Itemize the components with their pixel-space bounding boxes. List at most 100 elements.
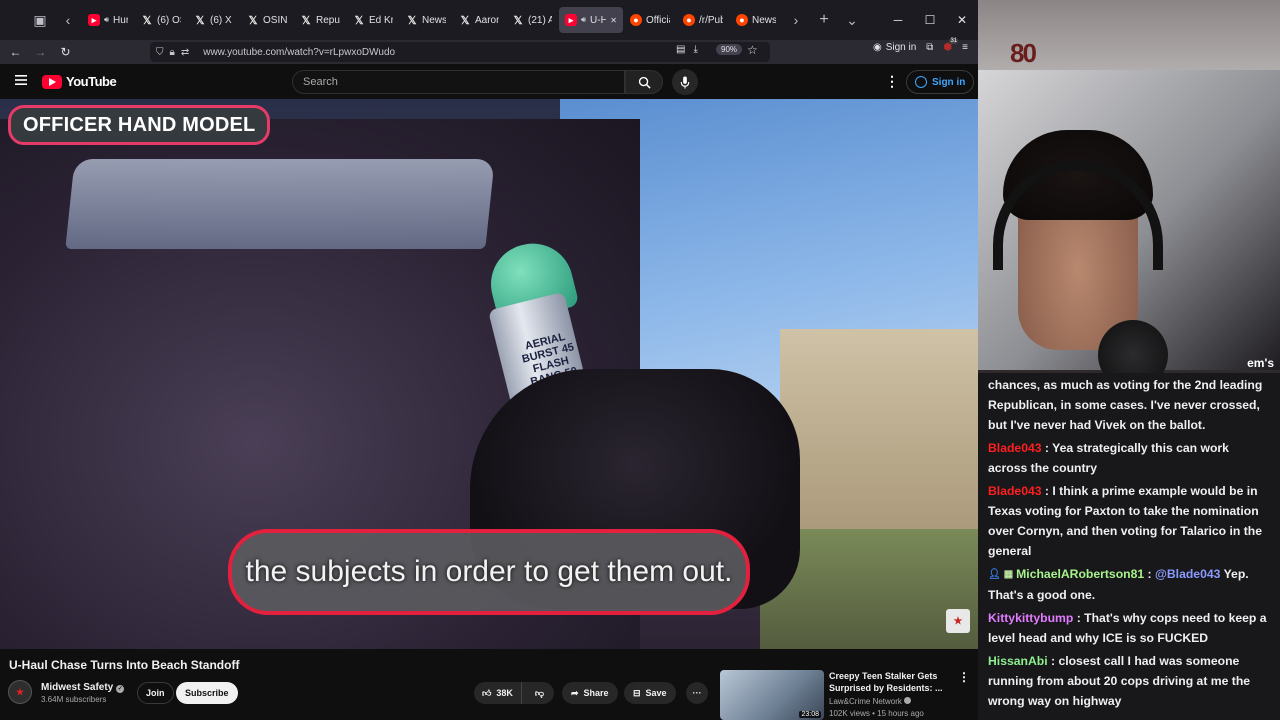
minimize-icon[interactable]: ─ <box>882 13 914 27</box>
gift-sub-icon: ▦ <box>1003 568 1014 580</box>
more-actions-button[interactable]: ··· <box>686 682 708 704</box>
lock-icon[interactable]: 🔒︎ <box>170 47 175 58</box>
dislike-button[interactable]: 👎︎ <box>527 688 552 699</box>
account-sign-in[interactable]: ◉ Sign in <box>873 42 916 53</box>
recommended-video-menu-icon[interactable]: ⋮ <box>958 670 970 684</box>
browser-tab-label: (6) OS <box>157 14 181 26</box>
guide-menu-icon[interactable] <box>14 73 28 87</box>
youtube-favicon-icon: ▸ <box>88 14 100 26</box>
save-button[interactable]: ⊟ Save <box>624 682 676 704</box>
chat-message: 👤︎ ▦ MichaelARobertson81 : @Blade043 Yep. … <box>988 564 1270 605</box>
x-favicon-icon: 𝕏 <box>301 14 311 27</box>
scroll-tabs-left-icon[interactable]: ‹ <box>54 6 82 34</box>
browser-tab-label: Officia <box>646 14 670 26</box>
shield-icon[interactable]: ⛉ <box>156 47 164 58</box>
tab-overview-icon[interactable]: ▣ <box>26 6 54 34</box>
chat-separator: : <box>1144 567 1155 581</box>
browser-tab-label: (6) X <box>210 14 232 26</box>
officer-hand-model-badge: OFFICER HAND MODEL <box>8 105 271 145</box>
browser-tab-label: Aaron <box>475 14 499 26</box>
browser-tab[interactable]: ● News <box>730 7 782 33</box>
download-page-icon[interactable]: ⤓ <box>693 44 697 55</box>
video-player[interactable]: AERIAL BURST 45 FLASH BANG 50 METERS OFF… <box>0 99 978 649</box>
close-tab-icon[interactable]: ✕ <box>610 16 617 25</box>
chat-username[interactable]: Blade043 <box>988 484 1042 498</box>
browser-tab[interactable]: 𝕏 (21) A <box>506 7 558 33</box>
chat-message: Kittykittybump : That's why cops need to… <box>988 608 1270 648</box>
back-icon[interactable]: ← <box>3 42 28 62</box>
youtube-header: YouTube Search ⋮ Sign in <box>0 64 978 99</box>
browser-tab-label: Ed Kra <box>369 14 393 26</box>
youtube-sign-in-button[interactable]: Sign in <box>906 70 975 94</box>
tab-list: ▸ 🔊︎ Hurdy 𝕏 (6) OS 𝕏 (6) X 𝕏 OSINT 𝕏 Repul 𝕏 Ed Kra… <box>82 7 782 33</box>
x-favicon-icon: 𝕏 <box>407 14 417 27</box>
url-text[interactable]: www.youtube.com/watch?v=rLpwxoDWudo <box>203 47 395 58</box>
share-button[interactable]: ➦ Share <box>562 682 618 704</box>
channel-watermark-icon[interactable]: ★ <box>946 609 970 633</box>
thumbs-up-icon: 👍︎ <box>482 687 492 698</box>
chat-username[interactable]: MichaelARobertson81 <box>1016 567 1144 581</box>
tab-audio-icon[interactable]: 🔊︎ <box>104 15 109 25</box>
list-tabs-icon[interactable]: ⌄ <box>838 6 866 34</box>
settings-more-icon[interactable]: ⋮ <box>885 73 899 90</box>
browser-tab-label: Repul <box>316 14 340 26</box>
browser-tab[interactable]: 𝕏 (6) X <box>188 7 240 33</box>
tab-audio-icon[interactable]: 🔊︎ <box>581 15 586 25</box>
youtube-logo[interactable]: YouTube <box>42 74 117 89</box>
voice-search-button[interactable] <box>672 69 698 95</box>
search-button[interactable] <box>625 70 663 94</box>
browser-tab[interactable]: ● Officia <box>624 7 676 33</box>
youtube-play-icon <box>42 74 62 89</box>
chat-username[interactable]: Blade043 <box>988 441 1042 455</box>
app-menu-icon[interactable]: ≡ <box>962 42 968 53</box>
maximize-icon[interactable]: ☐ <box>914 13 946 27</box>
recommended-video-thumbnail[interactable]: 23:08 <box>720 670 824 720</box>
x-favicon-icon: 𝕏 <box>354 14 364 27</box>
browser-tab[interactable]: 𝕏 Repul <box>294 7 346 33</box>
reddit-favicon-icon: ● <box>630 14 642 26</box>
x-favicon-icon: 𝕏 <box>195 14 205 27</box>
channel-avatar[interactable]: ★ <box>8 680 32 704</box>
video-rear-window <box>65 159 495 249</box>
browser-tab[interactable]: ▸ 🔊︎ U-H ✕ <box>559 7 623 33</box>
chat-username[interactable]: Kittykittybump <box>988 611 1073 625</box>
recommended-video-title[interactable]: Creepy Teen Stalker Gets Surprised by Re… <box>829 670 954 694</box>
zoom-level[interactable]: 90% <box>716 44 743 55</box>
youtube-logo-text: YouTube <box>66 74 117 89</box>
youtube-favicon-icon: ▸ <box>565 14 577 26</box>
recommended-channel-text: Law&Crime Network <box>829 697 902 706</box>
close-window-icon[interactable]: ✕ <box>946 13 978 27</box>
browser-tab[interactable]: 𝕏 News <box>400 7 452 33</box>
permissions-icon[interactable]: ⇄ <box>181 47 189 58</box>
chat-mention[interactable]: @Blade043 <box>1155 567 1220 581</box>
verified-icon: ✓ <box>116 685 125 693</box>
scroll-tabs-right-icon[interactable]: › <box>782 6 810 34</box>
browser-tab-label: /r/Pub <box>699 14 723 26</box>
bookmark-star-icon[interactable]: ☆ <box>747 43 758 57</box>
share-label: Share <box>583 688 609 698</box>
browser-tab[interactable]: ▸ 🔊︎ Hurdy <box>82 7 134 33</box>
x-favicon-icon: 𝕏 <box>513 14 523 27</box>
recommended-age: 15 hours ago <box>877 709 924 718</box>
new-tab-icon[interactable]: + <box>810 6 838 34</box>
browser-tab-label: (21) A <box>528 14 552 26</box>
ublock-icon[interactable]: ⬢ 31 <box>943 38 959 53</box>
channel-name[interactable]: Midwest Safety ✓ <box>41 682 125 693</box>
like-button[interactable]: 👍︎ 38K <box>474 682 522 704</box>
browser-tab[interactable]: 𝕏 Aaron <box>453 7 505 33</box>
reload-icon[interactable]: ↻ <box>53 42 78 62</box>
search-input[interactable]: Search <box>292 70 625 94</box>
browser-tab[interactable]: 𝕏 OSINT <box>241 7 293 33</box>
recommended-video-channel[interactable]: Law&Crime Network <box>829 697 912 706</box>
join-button[interactable]: Join <box>137 682 174 704</box>
recommended-views: 102K views <box>829 709 870 718</box>
browser-tab[interactable]: ● /r/Pub <box>677 7 729 33</box>
extensions-icon[interactable]: ⧉ <box>926 42 933 53</box>
browser-tab[interactable]: 𝕏 (6) OS <box>135 7 187 33</box>
tab-strip: ▣ ‹ ▸ 🔊︎ Hurdy 𝕏 (6) OS 𝕏 (6) X 𝕏 OSINT 𝕏 Repul 𝕏 Ed… <box>0 0 978 40</box>
subscribe-button[interactable]: Subscribe <box>176 682 238 704</box>
reader-view-icon[interactable]: ▤ <box>676 44 685 55</box>
browser-tab[interactable]: 𝕏 Ed Kra <box>347 7 399 33</box>
forward-icon[interactable]: → <box>28 42 53 62</box>
chat-username[interactable]: HissanAbi <box>988 654 1048 668</box>
